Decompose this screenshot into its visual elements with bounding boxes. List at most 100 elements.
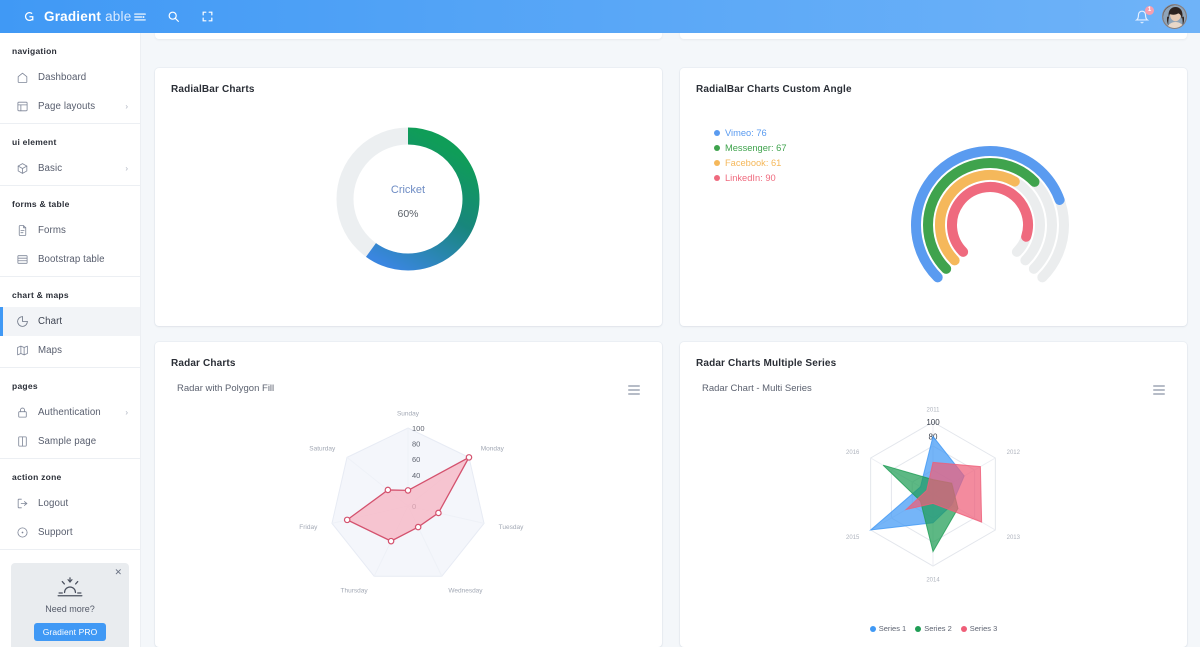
legend-color-dot xyxy=(915,626,921,632)
sidebar-item-support[interactable]: Support xyxy=(0,518,140,547)
sidebar-item-label: Forms xyxy=(38,225,66,236)
sidebar-item-sample-page[interactable]: Sample page xyxy=(0,427,140,456)
legend-item[interactable]: Vimeo: 76 xyxy=(714,128,787,138)
sidebar-item-label: Page layouts xyxy=(38,101,95,112)
radar-data-point[interactable] xyxy=(466,455,471,460)
chevron-right-icon: › xyxy=(125,103,128,111)
close-icon[interactable]: ✕ xyxy=(114,568,122,577)
sidebar-item-label: Support xyxy=(38,527,73,538)
gradient-pro-button[interactable]: Gradient PRO xyxy=(34,623,107,641)
card-radar-multi-series: Radar Charts Multiple Series Radar Chart… xyxy=(680,342,1187,647)
card-title: Radar Charts Multiple Series xyxy=(680,342,1187,369)
legend-label: Vimeo: 76 xyxy=(725,128,767,138)
radar-category-label: 2015 xyxy=(846,535,860,541)
chart-legend: Vimeo: 76 Messenger: 67 Facebook: 61 Linked… xyxy=(714,128,787,188)
legend-color-dot xyxy=(714,175,720,181)
file-text-icon xyxy=(16,224,29,237)
radar-tick-label: 40 xyxy=(412,471,420,480)
radar-category-label: Tuesday xyxy=(499,524,524,531)
nav-group-title-chart-maps: chart & maps xyxy=(0,277,140,307)
avatar[interactable] xyxy=(1162,4,1187,29)
sidebar-item-forms[interactable]: Forms xyxy=(0,216,140,245)
app-header: Gradient able 1 xyxy=(0,0,1200,33)
legend-label: Messenger: 67 xyxy=(725,143,787,153)
radar-category-label: Friday xyxy=(299,524,318,531)
radar-tick-label: 60 xyxy=(412,455,420,464)
sidebar-item-label: Sample page xyxy=(38,436,96,447)
logout-icon xyxy=(16,497,29,510)
cut-off-chart-card-left: Team ATeam BTeam CTeam DTeam E xyxy=(155,33,662,39)
legend-item[interactable]: Facebook: 61 xyxy=(714,158,787,168)
card-title: Radar Charts xyxy=(155,342,662,369)
legend-label: Series 3 xyxy=(970,624,998,633)
cut-off-chart-card-right: Series 1Series 2Series 3Series 4Series 5 xyxy=(680,33,1187,39)
radar-data-point[interactable] xyxy=(385,487,390,492)
sidebar-item-chart[interactable]: Chart xyxy=(0,307,140,336)
card-radar-charts: Radar Charts Radar with Polygon Fill 040… xyxy=(155,342,662,647)
radar-data-point[interactable] xyxy=(405,488,410,493)
legend-label: Series 1 xyxy=(879,624,907,633)
radar-category-label: Sunday xyxy=(397,411,420,418)
sidebar-item-label: Logout xyxy=(38,498,68,509)
nav-group-title-navigation: navigation xyxy=(0,33,140,63)
radar-category-label: 2013 xyxy=(1007,535,1021,541)
sidebar-item-page-layouts[interactable]: Page layouts › xyxy=(0,92,140,121)
radar-category-label: Wednesday xyxy=(448,587,483,594)
sidebar-item-dashboard[interactable]: Dashboard xyxy=(0,63,140,92)
sidebar-item-authentication[interactable]: Authentication› xyxy=(0,398,140,427)
sidebar-item-bootstrap-table[interactable]: Bootstrap table xyxy=(0,245,140,274)
notification-bell-icon[interactable]: 1 xyxy=(1133,8,1150,25)
search-icon[interactable] xyxy=(166,9,181,24)
legend-item[interactable]: Series 2 xyxy=(915,624,952,633)
radar-category-label: 2012 xyxy=(1007,450,1021,456)
radar-tick-label: 80 xyxy=(412,440,420,449)
card-title: RadialBar Charts xyxy=(155,68,662,95)
radialbar-value-arc xyxy=(371,136,471,262)
radialbar-arc-linkedin xyxy=(952,187,1028,252)
sidebar-item-basic[interactable]: Basic› xyxy=(0,154,140,183)
sunrise-icon xyxy=(19,575,121,599)
main-content: Team ATeam BTeam CTeam DTeam E Series 1S… xyxy=(141,33,1200,647)
nav-group-title-ui-element: ui element xyxy=(0,124,140,154)
radar-category-label: 2016 xyxy=(846,450,860,456)
chevron-right-icon: › xyxy=(125,165,128,173)
card-radialbar-charts: RadialBar Charts Cricket 60% xyxy=(155,68,662,326)
layout-icon xyxy=(16,100,29,113)
legend-item[interactable]: Messenger: 67 xyxy=(714,143,787,153)
home-icon xyxy=(16,71,29,84)
radar-data-point[interactable] xyxy=(344,517,349,522)
legend-color-dot xyxy=(870,626,876,632)
nav-group-title-action-zone: action zone xyxy=(0,459,140,489)
sidebar-item-maps[interactable]: Maps xyxy=(0,336,140,365)
sidebar-item-logout[interactable]: Logout xyxy=(0,489,140,518)
legend-item[interactable]: Series 3 xyxy=(961,624,998,633)
box-icon xyxy=(16,162,29,175)
hamburger-menu-icon[interactable] xyxy=(132,9,147,24)
radar-category-label: 2014 xyxy=(926,578,940,584)
help-circle-icon xyxy=(16,526,29,539)
brand[interactable]: Gradient able xyxy=(20,8,128,25)
promo-box: ✕ Need more? Gradient PRO xyxy=(11,563,129,647)
radar-data-point[interactable] xyxy=(415,524,420,529)
radar-multi-chart: 80100201120122013201420152016 xyxy=(680,394,1187,609)
radialbar-value: 60% xyxy=(397,208,418,220)
radar-data-point[interactable] xyxy=(436,510,441,515)
chart-menu-icon[interactable] xyxy=(628,385,640,398)
legend-color-dot xyxy=(961,626,967,632)
radar-data-point[interactable] xyxy=(388,538,393,543)
chart-menu-icon[interactable] xyxy=(1153,385,1165,398)
chart-subtitle: Radar with Polygon Fill xyxy=(155,369,662,394)
fullscreen-icon[interactable] xyxy=(200,9,215,24)
legend-item[interactable]: Series 1 xyxy=(870,624,907,633)
map-icon xyxy=(16,344,29,357)
legend-label: Series 2 xyxy=(924,624,952,633)
legend-item[interactable]: LinkedIn: 90 xyxy=(714,173,787,183)
sidebar-item-label: Chart xyxy=(38,316,62,327)
chart-legend: Series 1 Series 2 Series 3 xyxy=(680,624,1187,633)
gradient-logo-icon xyxy=(20,8,37,25)
legend-label: Facebook: 61 xyxy=(725,158,781,168)
nav-divider xyxy=(0,549,140,550)
card-title: RadialBar Charts Custom Angle xyxy=(680,68,1187,95)
radar-chart: 0406080100SundayMondayTuesdayWednesdayTh… xyxy=(155,394,662,634)
promo-text: Need more? xyxy=(19,604,121,614)
